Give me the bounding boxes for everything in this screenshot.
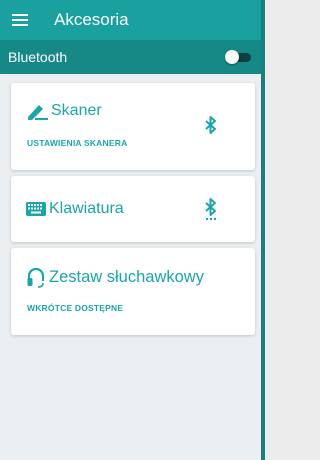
card-title: Klawiatura <box>26 200 124 218</box>
card-headset[interactable]: Zestaw słuchawkowy WKRÓTCE DOSTĘPNE <box>11 248 255 335</box>
page-title: Akcesoria <box>54 10 129 29</box>
app-window: Akcesoria Bluetooth Skaner USTAWIENIA SK… <box>0 0 265 460</box>
card-keyboard[interactable]: Klawiatura <box>11 176 255 242</box>
card-title: Skaner <box>26 102 102 120</box>
bluetooth-bar: Bluetooth <box>0 40 261 74</box>
bluetooth-toggle[interactable] <box>225 50 251 64</box>
card-title-text: Skaner <box>51 102 102 119</box>
pencil-icon <box>26 102 48 120</box>
menu-icon <box>12 14 28 26</box>
accessory-list: Skaner USTAWIENIA SKANERA Klawiatura Zes… <box>0 74 261 335</box>
scanner-settings-link[interactable]: USTAWIENIA SKANERA <box>27 138 127 148</box>
bluetooth-searching-icon <box>204 197 218 226</box>
app-bar: Akcesoria <box>0 0 261 40</box>
bluetooth-icon <box>204 115 218 140</box>
bluetooth-label: Bluetooth <box>8 49 68 65</box>
toggle-knob <box>225 50 239 64</box>
card-title-text: Klawiatura <box>49 200 124 217</box>
menu-button[interactable] <box>0 0 40 40</box>
keyboard-icon <box>26 202 46 216</box>
card-scanner[interactable]: Skaner USTAWIENIA SKANERA <box>11 83 255 170</box>
card-title: Zestaw słuchawkowy <box>26 266 204 288</box>
headset-icon <box>26 266 46 288</box>
card-title-text: Zestaw słuchawkowy <box>49 267 204 286</box>
coming-soon-label: WKRÓTCE DOSTĘPNE <box>27 303 124 313</box>
